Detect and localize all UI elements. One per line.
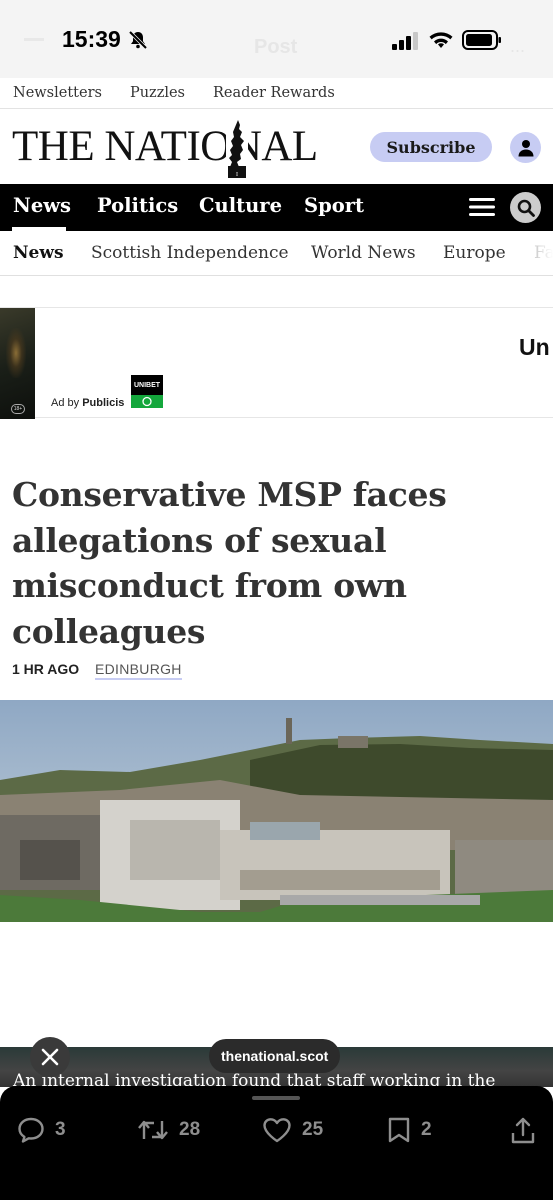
hamburger-menu-icon[interactable] [468, 196, 496, 218]
site-logo[interactable]: THE NATIONAL [12, 122, 318, 171]
user-icon [518, 139, 533, 156]
nav-culture[interactable]: Culture [199, 194, 282, 217]
subnav-scottish-independence[interactable]: Scottish Independence [91, 243, 289, 263]
subnav-world-news[interactable]: World News [311, 243, 416, 263]
hero-image [0, 700, 553, 922]
age-restriction-badge: 18+ [11, 404, 25, 414]
reader-rewards-link[interactable]: Reader Rewards [213, 85, 335, 101]
reply-icon [18, 1117, 44, 1143]
article-location-tag[interactable]: EDINBURGH [95, 661, 182, 680]
ad-by-brand: Publicis [82, 397, 125, 409]
puzzles-link[interactable]: Puzzles [130, 85, 185, 101]
repost-count: 28 [179, 1119, 201, 1140]
heart-icon [263, 1118, 291, 1143]
nav-news[interactable]: News [13, 194, 71, 217]
drag-handle[interactable] [252, 1096, 300, 1100]
status-time: 15:39 [62, 26, 121, 52]
nav-politics[interactable]: Politics [97, 194, 178, 217]
svg-text:I: I [236, 172, 238, 178]
search-button[interactable] [510, 192, 541, 223]
reply-button[interactable]: 3 [17, 1117, 66, 1143]
bookmark-count: 2 [421, 1119, 432, 1140]
ad-image-highlight [6, 328, 26, 378]
back-arrow-icon[interactable] [24, 38, 44, 41]
ad-headline: Un [519, 334, 550, 360]
share-icon [511, 1117, 535, 1144]
source-url-pill[interactable]: thenational.scot [209, 1039, 341, 1073]
svg-text:UNIBET: UNIBET [134, 382, 161, 389]
ad-attribution: Ad by Publicis [51, 397, 124, 409]
ad-image: 18+ [0, 308, 35, 419]
status-bar: 15:39 Post ... [0, 0, 553, 78]
reply-count: 3 [55, 1119, 66, 1140]
bookmark-button[interactable]: 2 [387, 1117, 432, 1143]
battery-icon [462, 30, 501, 50]
advertisement-banner[interactable]: 18+ Ad by Publicis [0, 307, 553, 419]
share-button[interactable] [510, 1117, 536, 1145]
bell-muted-icon [128, 30, 148, 50]
close-button[interactable] [30, 1037, 70, 1077]
subnav-fade [523, 231, 553, 275]
article-headline: Conservative MSP faces allegations of se… [12, 475, 447, 651]
article-timestamp: 1 HR AGO [12, 661, 80, 677]
section-subnav: News Scottish Independence World News Eu… [0, 231, 553, 276]
utility-nav: Newsletters Puzzles Reader Rewards [0, 78, 553, 109]
like-button[interactable]: 25 [262, 1117, 323, 1143]
newsletters-link[interactable]: Newsletters [13, 85, 102, 101]
account-button[interactable] [510, 132, 541, 163]
subnav-news[interactable]: News [13, 243, 64, 263]
subscribe-button[interactable]: Subscribe [370, 132, 492, 162]
screen-title: Post [254, 36, 298, 58]
wifi-icon [429, 32, 453, 48]
unibet-logo: UNIBET [131, 375, 163, 408]
subnav-europe[interactable]: Europe [443, 243, 506, 263]
post-action-bar [0, 1086, 553, 1200]
repost-button[interactable]: 28 [137, 1117, 200, 1143]
like-count: 25 [302, 1119, 324, 1140]
close-icon [41, 1048, 59, 1066]
cellular-signal-icon [392, 32, 418, 50]
search-icon [517, 199, 535, 217]
repost-icon [138, 1120, 168, 1140]
bookmark-icon [388, 1117, 410, 1143]
nav-sport[interactable]: Sport [304, 194, 364, 217]
ad-by-label: Ad by [51, 397, 80, 409]
scotland-map-icon: I [226, 118, 248, 188]
more-options-icon[interactable]: ... [510, 36, 525, 57]
